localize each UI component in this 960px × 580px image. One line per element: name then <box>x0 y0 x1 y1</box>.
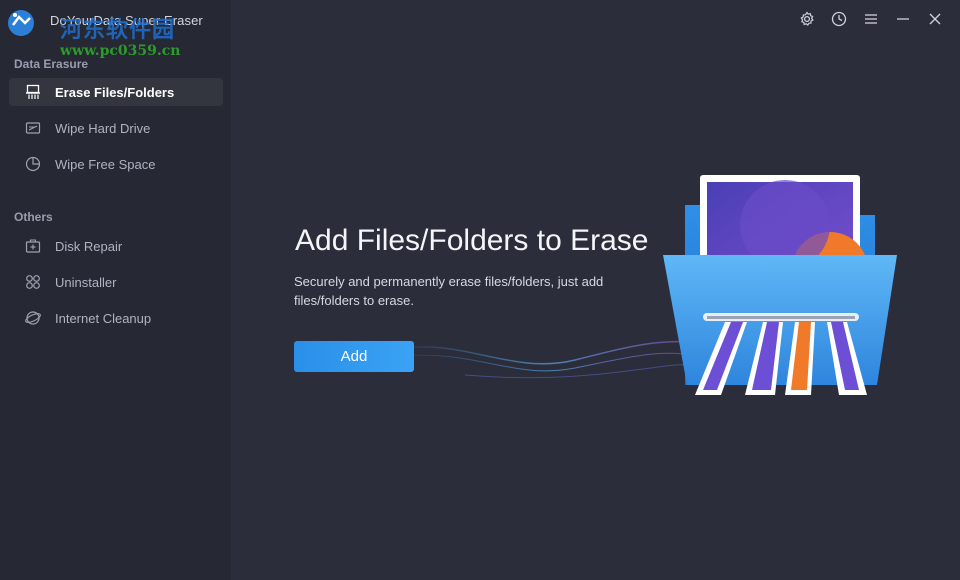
title-bar: DoYourData Super Eraser 河东软件园 www.pc0359… <box>0 0 231 59</box>
minimize-icon[interactable] <box>894 10 912 28</box>
pie-chart-icon <box>25 156 41 172</box>
apps-grid-icon <box>25 274 41 290</box>
page-description: Securely and permanently erase files/fol… <box>294 274 604 308</box>
section-title-data-erasure: Data Erasure <box>14 57 89 71</box>
sidebar-item-uninstaller[interactable]: Uninstaller <box>9 268 223 296</box>
history-clock-icon[interactable] <box>830 10 848 28</box>
app-window: DoYourData Super Eraser 河东软件园 www.pc0359… <box>0 0 960 580</box>
sidebar-item-label: Erase Files/Folders <box>55 84 175 100</box>
close-icon[interactable] <box>926 10 944 28</box>
menu-icon[interactable] <box>862 10 880 28</box>
sidebar-item-disk-repair[interactable]: Disk Repair <box>9 232 223 260</box>
globe-broom-icon <box>25 310 41 326</box>
shredder-folder-illustration <box>663 175 897 395</box>
app-logo-icon <box>6 8 34 36</box>
decorative-wave <box>405 340 695 379</box>
gear-icon[interactable] <box>798 10 816 28</box>
sidebar-item-label: Disk Repair <box>55 238 123 254</box>
section-title-others: Others <box>14 210 53 224</box>
page-title: Add Files/Folders to Erase <box>295 224 649 257</box>
shredder-icon <box>25 84 41 100</box>
sidebar-item-internet-cleanup[interactable]: Internet Cleanup <box>9 304 223 332</box>
hard-drive-icon <box>25 120 41 136</box>
sidebar-item-wipe-free-space[interactable]: Wipe Free Space <box>9 150 223 178</box>
sidebar: DoYourData Super Eraser 河东软件园 www.pc0359… <box>0 0 231 580</box>
add-button[interactable]: Add <box>294 341 414 372</box>
window-controls <box>798 10 944 28</box>
watermark-text: 河东软件园 <box>60 17 176 43</box>
sidebar-item-label: Internet Cleanup <box>55 310 152 326</box>
sidebar-item-erase-files-folders[interactable]: Erase Files/Folders <box>9 78 223 106</box>
sidebar-item-label: Wipe Hard Drive <box>55 120 151 136</box>
sidebar-item-label: Uninstaller <box>55 274 117 290</box>
sidebar-item-wipe-hard-drive[interactable]: Wipe Hard Drive <box>9 114 223 142</box>
first-aid-kit-icon <box>25 238 41 254</box>
sidebar-item-label: Wipe Free Space <box>55 156 156 172</box>
